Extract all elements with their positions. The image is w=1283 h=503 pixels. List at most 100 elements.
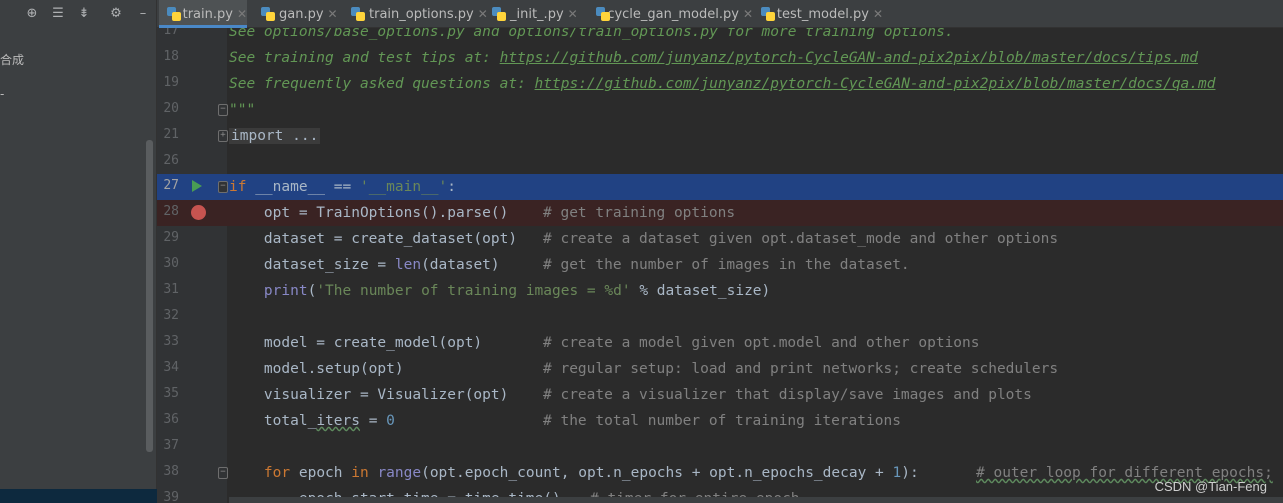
tab-cycle-gan-model-py[interactable]: cycle_gan_model.py ✕ xyxy=(588,0,753,28)
code-comment: # create a dataset given opt.dataset_mod… xyxy=(543,231,1059,247)
code-line-selected[interactable]: 27 − if __name__ == '__main__': xyxy=(157,174,1283,200)
gear-icon[interactable]: ⚙ xyxy=(107,5,125,23)
number-literal: 1 xyxy=(892,465,902,481)
code-line[interactable]: 37 xyxy=(157,434,1283,460)
line-number: 18 xyxy=(163,49,179,64)
code-comment: # the total number of training iteration… xyxy=(543,413,901,429)
code-text: epoch xyxy=(290,465,352,481)
run-icon[interactable] xyxy=(192,180,202,192)
code-text: dataset_size = xyxy=(229,257,395,273)
collapse-all-icon[interactable]: ⇟ xyxy=(75,5,93,23)
tab-train-py[interactable]: train.py ✕ xyxy=(159,0,247,28)
code-line[interactable]: 32 xyxy=(157,304,1283,330)
tab-label: train_options.py xyxy=(369,6,474,22)
code-editor[interactable]: 17 See options/base_options.py and optio… xyxy=(157,28,1283,503)
breakpoint-icon[interactable] xyxy=(191,205,206,220)
code-line[interactable]: 36 total_iters = 0 # the total number of… xyxy=(157,408,1283,434)
builtin: print xyxy=(263,283,308,299)
docstring-text: See training and test tips at: xyxy=(229,50,500,66)
python-file-icon xyxy=(492,7,506,21)
project-tree-item[interactable]: 合成 xyxy=(0,51,24,68)
docstring-text: """ xyxy=(229,102,256,118)
tab-label: cycle_gan_model.py xyxy=(607,6,739,22)
keyword: if xyxy=(229,179,247,195)
code-text-typo: iters xyxy=(316,413,360,429)
line-number: 38 xyxy=(163,464,179,479)
line-number: 36 xyxy=(163,412,179,427)
code-line[interactable]: 18 See training and test tips at: https:… xyxy=(157,45,1283,71)
fold-icon[interactable]: − xyxy=(218,104,228,116)
code-comment: # regular setup: load and print networks… xyxy=(543,361,1059,377)
line-number: 37 xyxy=(163,438,179,453)
minimize-icon[interactable]: – xyxy=(134,5,152,23)
docstring-text: See frequently asked questions at: xyxy=(229,76,535,92)
code-line[interactable]: 33 model = create_model(opt) # create a … xyxy=(157,330,1283,356)
code-line[interactable]: 35 visualizer = Visualizer(opt) # create… xyxy=(157,382,1283,408)
docstring-link[interactable]: https://github.com/junyanz/pytorch-Cycle… xyxy=(500,50,1198,66)
code-text: model = create_model(opt) xyxy=(229,335,483,351)
code-text: visualizer = Visualizer(opt) xyxy=(229,387,509,403)
tab-label: test_model.py xyxy=(776,6,869,22)
code-line[interactable]: 38 − for epoch in range(opt.epoch_count,… xyxy=(157,460,1283,486)
line-number: 29 xyxy=(163,230,179,245)
tab-test-model-py[interactable]: test_model.py ✕ xyxy=(753,0,883,28)
line-number: 35 xyxy=(163,386,179,401)
code-line[interactable]: 30 dataset_size = len(dataset) # get the… xyxy=(157,252,1283,278)
line-number: 17 xyxy=(163,28,179,38)
line-number: 20 xyxy=(163,101,179,116)
code-comment: # get the number of images in the datase… xyxy=(543,257,910,273)
tab-label: train.py xyxy=(182,6,233,22)
code-line[interactable]: 29 dataset = create_dataset(opt) # creat… xyxy=(157,226,1283,252)
expand-all-icon[interactable]: ☰ xyxy=(49,5,67,23)
code-line[interactable]: 17 See options/base_options.py and optio… xyxy=(157,28,1283,45)
code-line[interactable]: 20 − """ xyxy=(157,97,1283,123)
line-number: 39 xyxy=(163,490,179,503)
line-number: 26 xyxy=(163,153,179,168)
unfold-icon[interactable]: + xyxy=(218,130,228,142)
code-text: dataset = create_dataset(opt) xyxy=(229,231,518,247)
code-text: (dataset) xyxy=(421,257,500,273)
code-comment: # get training options xyxy=(543,205,736,221)
line-number: 28 xyxy=(163,204,179,219)
code-line[interactable]: 21 + import ... xyxy=(157,123,1283,149)
fold-icon[interactable]: − xyxy=(218,181,228,193)
panel-status-strip xyxy=(0,489,157,503)
tab-init-py[interactable]: _init_.py ✕ xyxy=(484,0,584,28)
horizontal-scrollbar[interactable] xyxy=(229,497,1283,503)
code-text: : xyxy=(447,179,457,195)
python-file-icon xyxy=(167,7,181,21)
panel-scrollbar[interactable] xyxy=(146,140,153,452)
code-line[interactable]: 34 model.setup(opt) # regular setup: loa… xyxy=(157,356,1283,382)
tab-label: gan.py xyxy=(279,6,324,22)
editor-tab-bar: train.py ✕ gan.py ✕ train_options.py ✕ _… xyxy=(157,0,1283,28)
tab-gan-py[interactable]: gan.py ✕ xyxy=(253,0,343,28)
project-panel: ⊕ ☰ ⇟ ⚙ – 合成 - xyxy=(0,0,157,503)
line-number: 33 xyxy=(163,334,179,349)
project-tree-item[interactable]: - xyxy=(0,87,4,101)
code-text: ): xyxy=(901,465,919,481)
code-text: = xyxy=(359,413,387,429)
number-literal: 0 xyxy=(386,413,395,429)
code-line[interactable]: 19 See frequently asked questions at: ht… xyxy=(157,71,1283,97)
close-icon[interactable]: ✕ xyxy=(743,7,753,21)
crosshair-icon[interactable]: ⊕ xyxy=(23,5,41,23)
close-icon[interactable]: ✕ xyxy=(873,7,883,21)
docstring-link[interactable]: https://github.com/junyanz/pytorch-Cycle… xyxy=(535,76,1216,92)
builtin: range xyxy=(377,465,422,481)
line-number: 32 xyxy=(163,308,179,323)
code-comment: # create a visualizer that display/save … xyxy=(543,387,1032,403)
line-number: 34 xyxy=(163,360,179,375)
code-text: __name__ == xyxy=(246,179,360,195)
code-line-breakpoint[interactable]: 28 opt = TrainOptions().parse() # get tr… xyxy=(157,200,1283,226)
panel-toolbar: ⊕ ☰ ⇟ ⚙ – xyxy=(0,0,157,28)
close-icon[interactable]: ✕ xyxy=(328,7,338,21)
folded-imports[interactable]: import ... xyxy=(229,128,321,144)
fold-icon[interactable]: − xyxy=(218,467,228,479)
line-number: 21 xyxy=(163,127,179,142)
close-icon[interactable]: ✕ xyxy=(568,7,578,21)
builtin: len xyxy=(394,257,422,273)
code-line[interactable]: 26 xyxy=(157,149,1283,175)
tab-train-options-py[interactable]: train_options.py ✕ xyxy=(343,0,493,28)
code-line[interactable]: 31 print('The number of training images … xyxy=(157,278,1283,304)
close-icon[interactable]: ✕ xyxy=(237,7,247,21)
